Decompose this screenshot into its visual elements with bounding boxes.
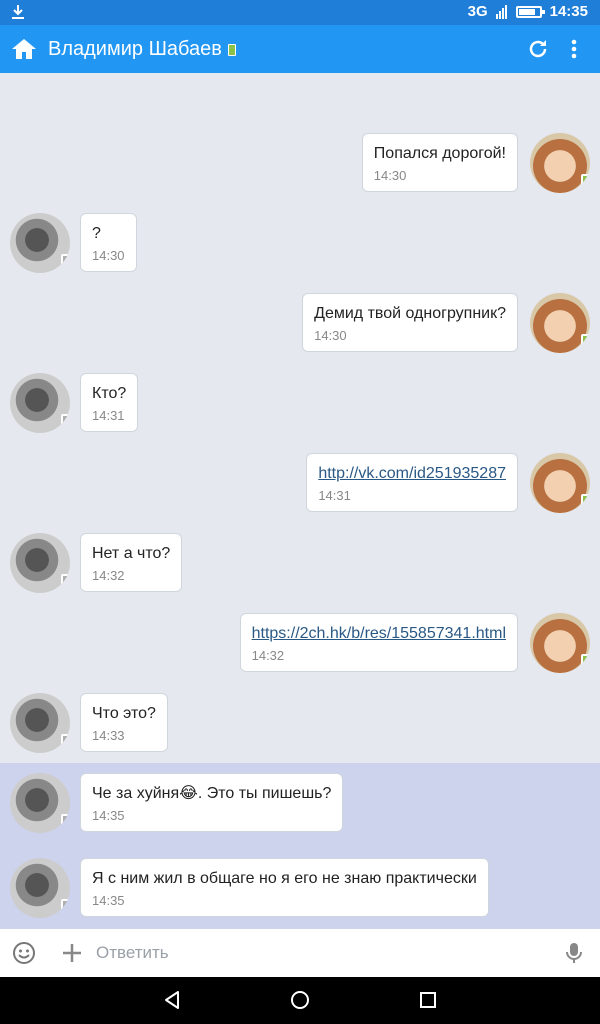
composer bbox=[0, 929, 600, 977]
message-time: 14:35 bbox=[92, 893, 125, 908]
refresh-icon[interactable] bbox=[526, 37, 550, 61]
message-row[interactable]: Демид твой одногрупник? 14:30 bbox=[0, 293, 600, 373]
mobile-online-icon bbox=[61, 899, 70, 912]
mobile-online-icon bbox=[227, 43, 236, 56]
more-options-icon[interactable] bbox=[562, 37, 586, 61]
mobile-online-icon bbox=[61, 814, 70, 827]
download-icon bbox=[12, 5, 24, 19]
message-row[interactable]: Кто? 14:31 bbox=[0, 373, 600, 453]
reply-input[interactable] bbox=[96, 937, 536, 969]
message-row[interactable]: ? 14:30 bbox=[0, 213, 600, 293]
message-time: 14:35 bbox=[92, 808, 125, 823]
microphone-icon[interactable] bbox=[562, 941, 586, 965]
message-bubble[interactable]: Я с ним жил в общаге но я его не знаю пр… bbox=[80, 858, 489, 917]
message-bubble[interactable]: Что это? 14:33 bbox=[80, 693, 168, 752]
mobile-online-icon bbox=[581, 334, 590, 347]
contact-avatar[interactable] bbox=[10, 213, 70, 273]
attach-plus-icon[interactable] bbox=[60, 941, 84, 965]
message-time: 14:32 bbox=[92, 568, 125, 583]
status-bar: 3G 14:35 bbox=[0, 0, 600, 25]
message-row[interactable]: https://2ch.hk/b/res/155857341.html 14:32 bbox=[0, 613, 600, 693]
contact-avatar[interactable] bbox=[10, 533, 70, 593]
message-time: 14:30 bbox=[373, 168, 407, 183]
message-list[interactable]: Попался дорогой! 14:30? 14:30 Демид твой од… bbox=[0, 73, 600, 933]
recents-icon[interactable] bbox=[417, 989, 439, 1011]
message-text: Демид твой одногрупник? bbox=[314, 305, 506, 322]
mobile-online-icon bbox=[581, 174, 590, 187]
message-bubble[interactable]: Кто? 14:31 bbox=[80, 373, 139, 432]
home-button[interactable] bbox=[0, 25, 48, 73]
contact-avatar[interactable] bbox=[10, 773, 70, 833]
message-link[interactable]: https://2ch.hk/b/res/155857341.html bbox=[252, 624, 506, 644]
message-time: 14:31 bbox=[318, 488, 351, 503]
message-bubble[interactable]: Попался дорогой! 14:30 bbox=[361, 133, 518, 192]
mobile-online-icon bbox=[61, 574, 70, 587]
my-avatar[interactable] bbox=[530, 293, 590, 353]
message-text: Че за хуйня😂. Это ты пишешь? bbox=[92, 785, 332, 802]
contact-name: Владимир Шабаев bbox=[48, 37, 222, 60]
message-bubble[interactable]: Нет а что? 14:32 bbox=[80, 533, 183, 592]
message-row[interactable]: Что это? 14:33 bbox=[0, 693, 600, 763]
mobile-online-icon bbox=[581, 494, 590, 507]
navigation-bar bbox=[0, 977, 600, 1024]
message-text: Нет а что? bbox=[92, 545, 171, 562]
emoji-icon[interactable] bbox=[12, 941, 36, 965]
message-text: Что это? bbox=[92, 705, 156, 722]
my-avatar[interactable] bbox=[530, 133, 590, 193]
back-icon[interactable] bbox=[161, 989, 183, 1011]
signal-icon bbox=[495, 4, 507, 19]
message-row[interactable]: http://vk.com/id251935287 14:31 bbox=[0, 453, 600, 533]
message-time: 14:33 bbox=[92, 728, 125, 743]
message-text: Кто? bbox=[92, 385, 127, 402]
message-row[interactable]: Че за хуйня😂. Это ты пишешь? 14:35 bbox=[0, 763, 600, 848]
message-time: 14:30 bbox=[314, 328, 347, 343]
message-time: 14:30 bbox=[92, 248, 125, 263]
my-avatar[interactable] bbox=[530, 613, 590, 673]
mobile-online-icon bbox=[581, 654, 590, 667]
message-row[interactable]: Попался дорогой! 14:30 bbox=[0, 133, 600, 213]
app-bar: Владимир Шабаев bbox=[0, 25, 600, 73]
message-time: 14:31 bbox=[92, 408, 125, 423]
home-nav-icon[interactable] bbox=[289, 989, 311, 1011]
mobile-online-icon bbox=[61, 734, 70, 747]
message-row[interactable]: Я с ним жил в общаге но я его не знаю пр… bbox=[0, 848, 600, 933]
network-indicator: 3G bbox=[467, 3, 488, 20]
message-time: 14:32 bbox=[251, 648, 285, 663]
chat-title: Владимир Шабаев bbox=[48, 38, 236, 61]
clock: 14:35 bbox=[549, 3, 588, 20]
mobile-online-icon bbox=[61, 414, 70, 427]
message-text: Я с ним жил в общаге но я его не знаю пр… bbox=[92, 870, 477, 887]
contact-avatar[interactable] bbox=[10, 693, 70, 753]
message-row[interactable]: Нет а что? 14:32 bbox=[0, 533, 600, 613]
message-bubble[interactable]: Демид твой одногрупник? 14:30 bbox=[302, 293, 518, 352]
contact-avatar[interactable] bbox=[10, 858, 70, 918]
message-text: Попался дорогой! bbox=[373, 145, 506, 162]
my-avatar[interactable] bbox=[530, 453, 590, 513]
message-bubble[interactable]: http://vk.com/id251935287 14:31 bbox=[306, 453, 518, 512]
contact-avatar[interactable] bbox=[10, 373, 70, 433]
message-text: ? bbox=[92, 225, 101, 242]
message-bubble[interactable]: https://2ch.hk/b/res/155857341.html 14:32 bbox=[239, 613, 518, 672]
message-bubble[interactable]: ? 14:30 bbox=[80, 213, 137, 272]
mobile-online-icon bbox=[61, 254, 70, 267]
battery-icon bbox=[515, 5, 545, 18]
message-bubble[interactable]: Че за хуйня😂. Это ты пишешь? 14:35 bbox=[80, 773, 344, 832]
home-icon bbox=[12, 39, 36, 59]
message-link[interactable]: http://vk.com/id251935287 bbox=[318, 464, 506, 484]
